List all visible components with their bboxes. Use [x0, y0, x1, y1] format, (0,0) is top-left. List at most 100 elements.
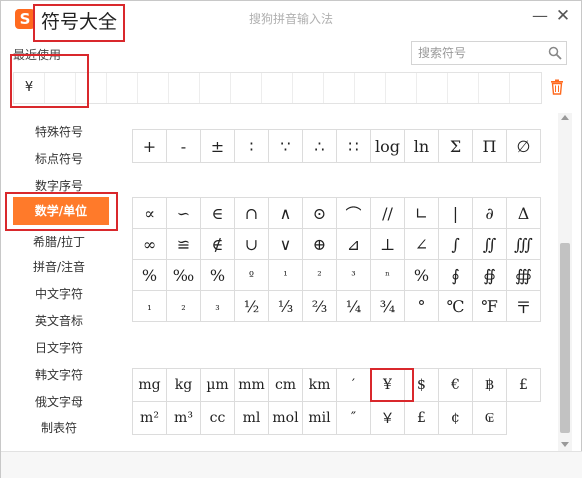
symbol-cell[interactable]: ¹	[269, 260, 303, 291]
recent-symbol-cell[interactable]	[293, 73, 324, 103]
sidebar-item[interactable]: 韩文字符	[1, 364, 117, 386]
recent-symbol-cell[interactable]	[76, 73, 107, 103]
recent-symbol-cell[interactable]	[138, 73, 169, 103]
recent-symbol-cell[interactable]	[355, 73, 386, 103]
symbol-cell[interactable]: ∟	[405, 198, 439, 229]
recent-symbol-cell[interactable]	[417, 73, 448, 103]
symbol-cell[interactable]: cc	[201, 402, 235, 435]
symbol-cell[interactable]: ∮	[439, 260, 473, 291]
symbol-cell[interactable]: ∰	[507, 260, 541, 291]
recent-symbol-cell[interactable]	[169, 73, 200, 103]
recent-symbol-cell[interactable]	[386, 73, 417, 103]
symbol-cell[interactable]: ⅓	[269, 291, 303, 322]
symbol-cell[interactable]: ⌒	[337, 198, 371, 229]
symbol-cell[interactable]: ∧	[269, 198, 303, 229]
symbol-cell[interactable]: ∉	[201, 229, 235, 260]
symbol-cell[interactable]: log	[371, 130, 405, 163]
recent-symbol-cell[interactable]	[45, 73, 76, 103]
sidebar-item[interactable]: 俄文字母	[1, 391, 117, 413]
symbol-cell[interactable]: $	[405, 369, 439, 402]
symbol-cell[interactable]: ∷	[337, 130, 371, 163]
symbol-cell[interactable]: mil	[303, 402, 337, 435]
symbol-cell[interactable]: ⊕	[303, 229, 337, 260]
symbol-cell[interactable]: ⊙	[303, 198, 337, 229]
symbol-cell[interactable]: ∭	[507, 229, 541, 260]
symbol-cell[interactable]: ∠	[405, 229, 439, 260]
symbol-cell[interactable]: %	[201, 260, 235, 291]
symbol-cell[interactable]: -	[167, 130, 201, 163]
symbol-cell[interactable]: ‰	[167, 260, 201, 291]
symbol-cell[interactable]: mg	[133, 369, 167, 402]
sidebar-item[interactable]: 标点符号	[1, 148, 117, 170]
symbol-cell[interactable]: ∅	[507, 130, 541, 163]
recent-symbol-cell[interactable]: ¥	[14, 73, 45, 103]
symbol-cell[interactable]: ∪	[235, 229, 269, 260]
symbol-cell[interactable]: ¼	[337, 291, 371, 322]
symbol-cell[interactable]: €	[439, 369, 473, 402]
symbol-cell[interactable]: km	[303, 369, 337, 402]
sidebar-item[interactable]: 希腊/拉丁	[1, 231, 117, 253]
symbol-cell[interactable]: ∨	[269, 229, 303, 260]
symbol-cell[interactable]: ∯	[473, 260, 507, 291]
scroll-down-arrow-icon[interactable]	[561, 442, 569, 447]
symbol-cell[interactable]: Π	[473, 130, 507, 163]
symbol-cell[interactable]: ₂	[167, 291, 201, 322]
symbol-cell[interactable]: ∴	[303, 130, 337, 163]
symbol-cell[interactable]: ∩	[235, 198, 269, 229]
symbol-cell[interactable]: Δ	[507, 198, 541, 229]
symbol-cell[interactable]: ℃	[439, 291, 473, 322]
symbol-cell[interactable]: ²	[303, 260, 337, 291]
symbol-cell[interactable]: °	[405, 291, 439, 322]
symbol-cell[interactable]: ∵	[269, 130, 303, 163]
symbol-cell[interactable]: //	[371, 198, 405, 229]
symbol-cell[interactable]: %	[405, 260, 439, 291]
symbol-cell[interactable]: £	[507, 369, 541, 402]
symbol-cell[interactable]: 〒	[507, 291, 541, 322]
symbol-cell[interactable]: ⁿ	[371, 260, 405, 291]
symbol-cell[interactable]: ∬	[473, 229, 507, 260]
scrollbar[interactable]	[558, 113, 572, 451]
symbol-cell[interactable]: ∝	[133, 198, 167, 229]
symbol-cell[interactable]: ℉	[473, 291, 507, 322]
symbol-cell[interactable]: ln	[405, 130, 439, 163]
symbol-cell[interactable]: ∶	[235, 130, 269, 163]
recent-symbol-cell[interactable]	[200, 73, 231, 103]
symbol-cell[interactable]: |	[439, 198, 473, 229]
symbol-cell[interactable]: %	[133, 260, 167, 291]
symbol-cell[interactable]: mm	[235, 369, 269, 402]
sidebar-item[interactable]: 特殊符号	[1, 121, 117, 143]
symbol-cell[interactable]: º	[235, 260, 269, 291]
sidebar-item[interactable]: 数字序号	[1, 175, 117, 197]
sidebar-item[interactable]: 数学/单位	[13, 197, 109, 225]
recent-symbol-cell[interactable]	[479, 73, 510, 103]
symbol-cell[interactable]: ∂	[473, 198, 507, 229]
symbol-cell[interactable]: ⅔	[303, 291, 337, 322]
symbol-cell[interactable]: ₃	[201, 291, 235, 322]
scroll-up-arrow-icon[interactable]	[561, 115, 569, 120]
scroll-thumb[interactable]	[560, 243, 570, 433]
symbol-cell[interactable]: ⊥	[371, 229, 405, 260]
symbol-cell[interactable]: ₁	[133, 291, 167, 322]
symbol-cell[interactable]: +	[133, 130, 167, 163]
sidebar-item[interactable]: 日文字符	[1, 337, 117, 359]
symbol-cell[interactable]: mol	[269, 402, 303, 435]
close-button[interactable]: ✕	[554, 7, 572, 25]
symbol-cell[interactable]: £	[405, 402, 439, 435]
symbol-cell[interactable]: ≌	[167, 229, 201, 260]
search-icon[interactable]	[548, 46, 562, 60]
symbol-cell[interactable]: ml	[235, 402, 269, 435]
symbol-cell[interactable]: ′	[337, 369, 371, 402]
minimize-button[interactable]: —	[531, 7, 549, 25]
symbol-cell[interactable]: m²	[133, 402, 167, 435]
trash-icon[interactable]	[550, 79, 564, 95]
recent-symbol-cell[interactable]	[448, 73, 479, 103]
recent-symbol-cell[interactable]	[107, 73, 138, 103]
symbol-cell[interactable]: m³	[167, 402, 201, 435]
symbol-cell[interactable]: ¥	[371, 369, 405, 402]
symbol-cell[interactable]: ¾	[371, 291, 405, 322]
symbol-cell[interactable]: ₢	[473, 402, 507, 435]
symbol-cell[interactable]: ∈	[201, 198, 235, 229]
recent-symbol-cell[interactable]	[262, 73, 293, 103]
symbol-cell[interactable]: ³	[337, 260, 371, 291]
symbol-cell[interactable]: ½	[235, 291, 269, 322]
